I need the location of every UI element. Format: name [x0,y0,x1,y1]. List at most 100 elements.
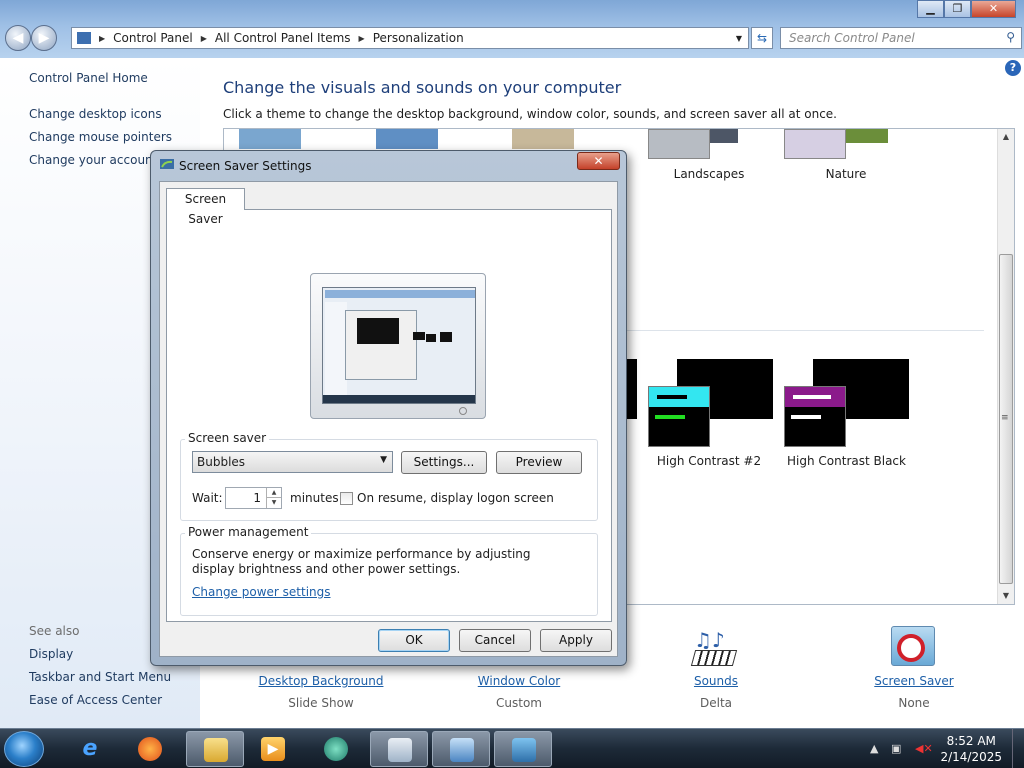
maximize-button[interactable]: ❐ [944,0,971,18]
breadcrumb-chevron-icon[interactable]: ▶ [359,34,365,43]
chevron-down-icon[interactable]: ▼ [380,455,387,465]
stepper-down-icon[interactable]: ▼ [266,498,281,508]
taskbar-control-panel[interactable] [432,731,490,767]
refresh-button[interactable]: ⇆ [751,27,773,49]
taskbar-firefox[interactable] [121,731,179,767]
desktop-background-link[interactable]: Desktop Background [256,674,386,688]
taskbar-app[interactable] [307,731,365,767]
monitor-icon [512,738,536,762]
theme-thumbnail-hcblack[interactable] [784,386,846,447]
theme-thumbnail[interactable] [376,129,438,149]
screen-saver-link[interactable]: Screen Saver [859,674,969,688]
sounds-link[interactable]: Sounds [661,674,771,688]
screen-saver-item[interactable]: Screen Saver None [859,626,969,710]
monitor-power-icon [459,407,467,415]
theme-label-high-contrast-2[interactable]: High Contrast #2 [654,454,764,468]
theme-label-landscapes[interactable]: Landscapes [664,167,754,181]
change-power-settings-link[interactable]: Change power settings [192,585,331,599]
back-button[interactable]: ◀ [5,25,31,51]
desktop-background-value: Slide Show [288,696,354,710]
theme-thumbnail-landscapes[interactable] [648,129,710,159]
scroll-up-icon[interactable]: ▲ [998,129,1014,145]
theme-label-nature[interactable]: Nature [801,167,891,181]
taskbar-media-player[interactable]: ▶ [244,731,302,767]
cancel-button[interactable]: Cancel [459,629,531,652]
clock[interactable]: 8:52 AM 2/14/2025 [940,733,1002,765]
power-description: Conserve energy or maximize performance … [192,547,531,576]
breadcrumb-personalization[interactable]: Personalization [373,31,464,45]
see-also-taskbar[interactable]: Taskbar and Start Menu [29,670,171,684]
apply-button[interactable]: Apply [540,629,612,652]
screen-saver-dropdown[interactable]: Bubbles ▼ [192,451,393,473]
stepper-up-icon[interactable]: ▲ [266,488,281,498]
breadcrumb-chevron-icon[interactable]: ▶ [99,34,105,43]
section-divider [624,330,984,331]
wait-minutes-value: 1 [253,491,261,505]
theme-thumbnail-nature[interactable] [784,129,846,159]
sidebar-item-desktop-icons[interactable]: Change desktop icons [29,107,162,121]
start-button[interactable] [4,731,44,767]
breadcrumb-all-items[interactable]: All Control Panel Items [215,31,351,45]
sidebar-item-account-picture[interactable]: Change your account p [29,153,169,167]
minimize-button[interactable]: ▁ [917,0,944,18]
chevron-down-icon[interactable]: ▼ [736,34,742,43]
sidebar-item-mouse-pointers[interactable]: Change mouse pointers [29,130,172,144]
search-input[interactable]: Search Control Panel ⚲ [780,27,1022,49]
no-symbol-icon [897,634,925,662]
search-icon[interactable]: ⚲ [1006,30,1015,44]
resume-logon-checkbox[interactable] [340,492,353,505]
breadcrumb-control-panel[interactable]: Control Panel [113,31,193,45]
window-color-link[interactable]: Window Color [454,674,584,688]
sounds-value: Delta [699,696,732,710]
screen-saver-dialog: Screen Saver Settings ✕ Screen Saver Scr… [150,150,627,666]
network-icon[interactable]: ▣ [891,742,901,755]
volume-muted-icon[interactable]: ◀✕ [915,742,933,755]
taskbar: e ▶ ▲ ▣ ◀✕ 8:52 AM 2/14/2025 [0,728,1024,768]
preview-screen [322,287,476,404]
resume-logon-label[interactable]: On resume, display logon screen [357,491,554,505]
taskbar-explorer[interactable] [186,731,244,767]
theme-thumbnail-hc2[interactable] [648,386,710,447]
see-also-heading: See also [29,624,80,638]
address-bar[interactable]: ▶ Control Panel ▶ All Control Panel Item… [71,27,749,49]
taskbar-display-settings[interactable] [494,731,552,767]
theme-thumbnail[interactable] [512,129,574,149]
see-also-ease-of-access[interactable]: Ease of Access Center [29,693,162,707]
theme-list-scrollbar[interactable]: ▲ ≡ ▼ [997,129,1014,604]
help-icon[interactable]: ? [1005,60,1021,76]
clock-date: 2/14/2025 [940,750,1002,764]
sounds-item[interactable]: ♫♪ Sounds Delta [661,626,771,710]
document-icon [388,738,412,762]
search-placeholder: Search Control Panel [789,31,915,45]
preview-button[interactable]: Preview [496,451,582,474]
tab-screen-saver[interactable]: Screen Saver [166,188,245,226]
theme-thumbnail[interactable] [239,129,301,149]
ie-icon: e [82,736,98,761]
ok-button[interactable]: OK [378,629,450,652]
taskbar-ie[interactable]: e [61,731,119,767]
hcblack-text-line [791,415,821,419]
scroll-down-icon[interactable]: ▼ [998,588,1014,604]
theme-label-high-contrast-black[interactable]: High Contrast Black [784,454,909,468]
scroll-grip-icon: ≡ [1001,413,1009,423]
control-panel-icon [77,32,91,44]
wait-minutes-stepper[interactable]: 1 ▲ ▼ [225,487,282,509]
taskbar-documents[interactable] [370,731,428,767]
close-button[interactable]: ✕ [971,0,1016,18]
breadcrumb-chevron-icon[interactable]: ▶ [201,34,207,43]
tray-expand-icon[interactable]: ▲ [870,742,878,755]
dialog-close-button[interactable]: ✕ [577,152,620,170]
media-player-icon: ▶ [261,737,285,761]
clock-time: 8:52 AM [946,734,996,748]
monitor-preview [310,273,486,419]
forward-button[interactable]: ▶ [31,25,57,51]
settings-button[interactable]: Settings... [401,451,487,474]
screen-saver-value: None [898,696,930,710]
wait-label: Wait: [192,491,223,505]
sidebar-item-control-panel-home[interactable]: Control Panel Home [29,71,148,85]
show-desktop-button[interactable] [1012,729,1024,768]
dialog-title: Screen Saver Settings [179,159,312,173]
window-controls: ▁ ❐ ✕ [917,0,1016,18]
see-also-display[interactable]: Display [29,647,73,661]
window-color-value: Custom [496,696,542,710]
